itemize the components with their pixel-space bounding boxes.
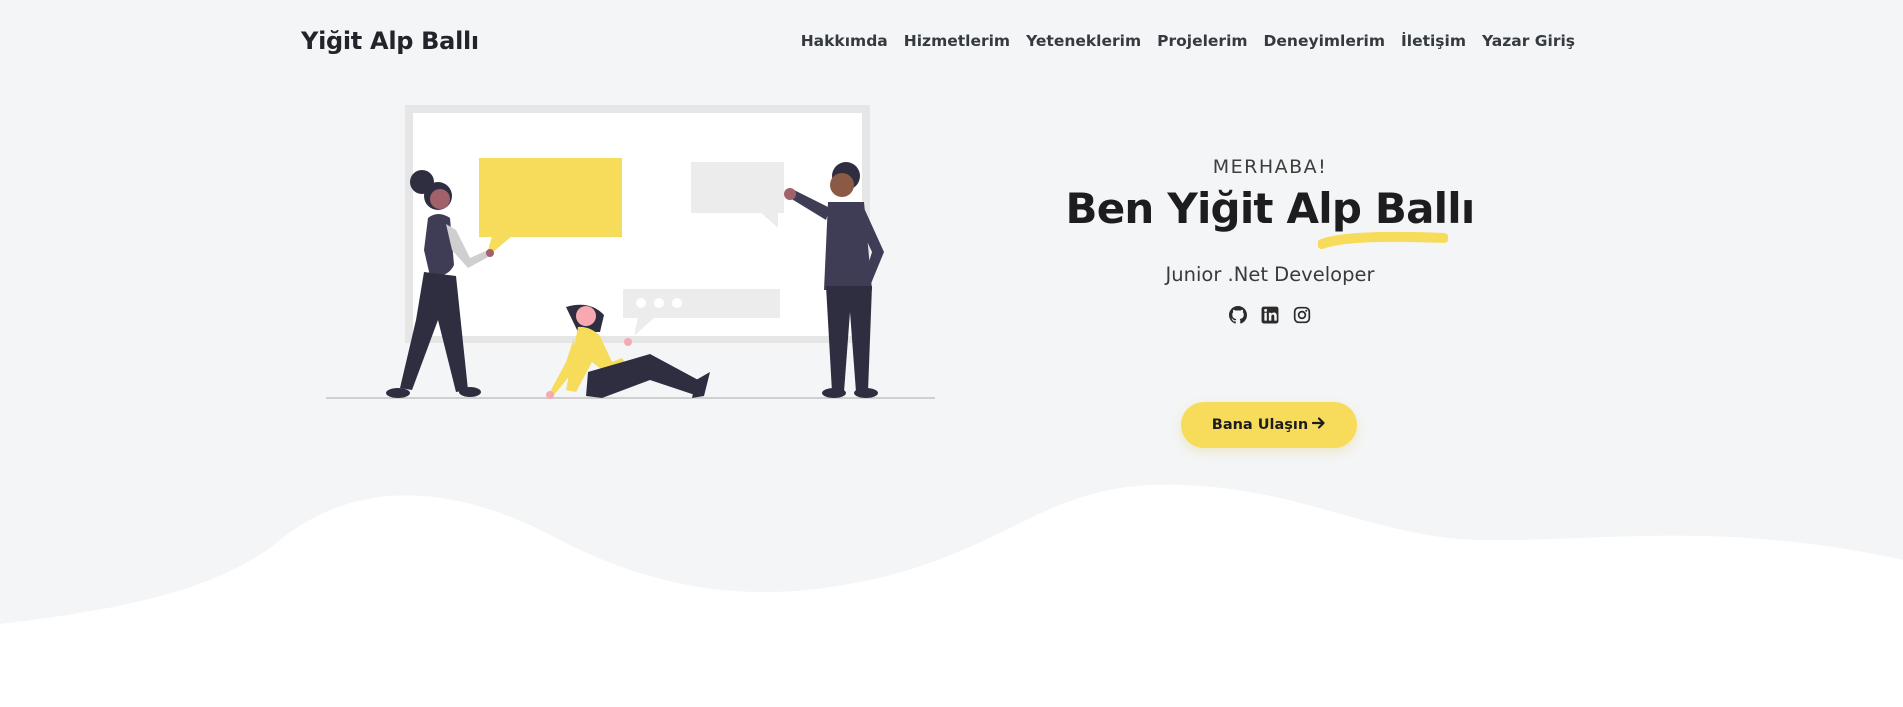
contact-button-label: Bana Ulaşın <box>1211 417 1309 433</box>
hero-subtitle: Junior .Net Developer <box>1165 263 1375 286</box>
nav-link-yeteneklerim[interactable]: Yeteneklerim <box>1026 32 1141 50</box>
nav-link-hakkimda[interactable]: Hakkımda <box>801 32 888 50</box>
hero-illustration <box>326 105 935 399</box>
github-icon[interactable] <box>1229 306 1247 324</box>
title-underline-decoration <box>1317 231 1448 249</box>
hero-title-wrap: Ben Yiğit Alp Ballı <box>1065 184 1476 249</box>
nav-link-iletisim[interactable]: İletişim <box>1401 32 1466 50</box>
nav-link-hizmetlerim[interactable]: Hizmetlerim <box>904 32 1010 50</box>
greeting: MERHABA! <box>1212 156 1328 178</box>
page: Yiğit Alp Ballı Hakkımda Hizmetlerim Yet… <box>0 0 1903 707</box>
wave-divider <box>0 484 1903 707</box>
contact-button[interactable]: Bana Ulaşın <box>1181 402 1357 448</box>
navbar: Yiğit Alp Ballı Hakkımda Hizmetlerim Yet… <box>0 0 1903 86</box>
nav-link-projelerim[interactable]: Projelerim <box>1157 32 1247 50</box>
nav-link-deneyimlerim[interactable]: Deneyimlerim <box>1264 32 1385 50</box>
brand-logo[interactable]: Yiğit Alp Ballı <box>301 27 479 55</box>
hero-text: MERHABA! Ben Yiğit Alp Ballı Junior .Net… <box>1040 150 1500 324</box>
instagram-icon[interactable] <box>1293 306 1311 324</box>
nav-links: Hakkımda Hizmetlerim Yeteneklerim Projel… <box>801 32 1575 50</box>
hero-title: Ben Yiğit Alp Ballı <box>1065 184 1476 233</box>
linkedin-icon[interactable] <box>1261 306 1279 324</box>
social-links <box>1040 306 1500 324</box>
nav-link-yazar-giris[interactable]: Yazar Giriş <box>1482 32 1575 50</box>
arrow-right-icon <box>1312 416 1326 434</box>
